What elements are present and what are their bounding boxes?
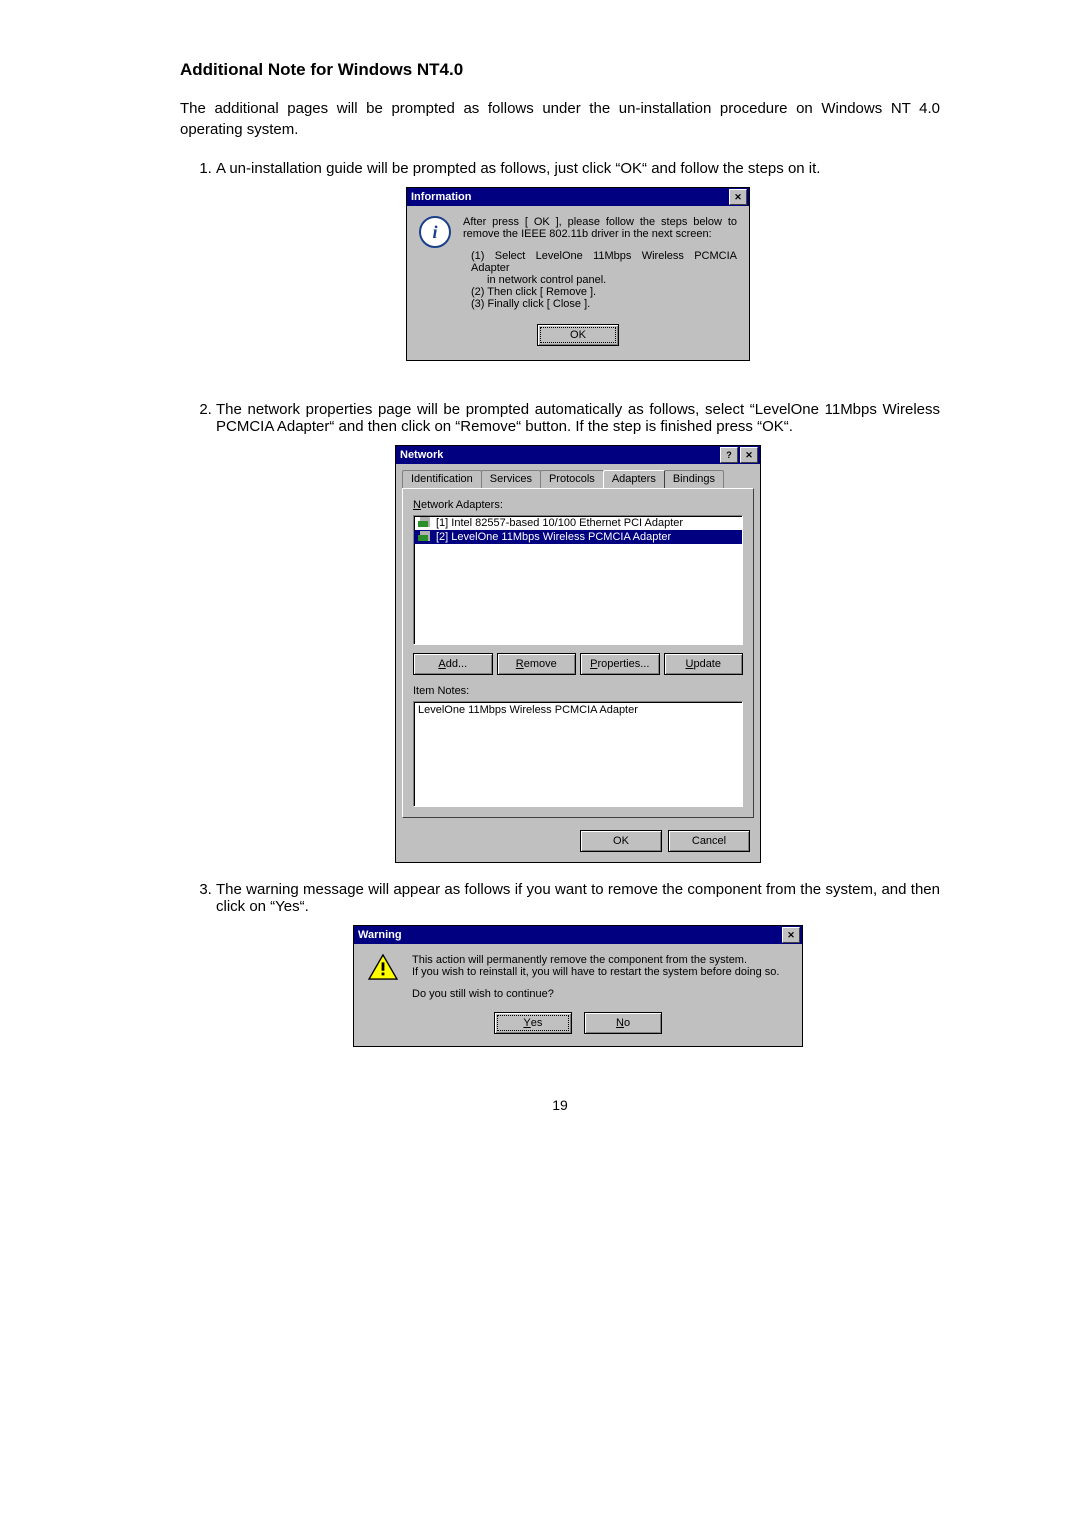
- adapter-0: [1] Intel 82557-based 10/100 Ethernet PC…: [436, 517, 683, 529]
- no-button[interactable]: No: [584, 1012, 662, 1034]
- steps-list: A un-installation guide will be prompted…: [180, 160, 940, 1047]
- warning-dialog: Warning ✕ This acti: [353, 925, 803, 1047]
- step-3-text: The warning message will appear as follo…: [216, 881, 940, 915]
- tab-protocols[interactable]: Protocols: [540, 470, 604, 488]
- properties-button[interactable]: Properties...: [580, 653, 660, 675]
- tab-services[interactable]: Services: [481, 470, 541, 488]
- step-2: The network properties page will be prom…: [216, 401, 940, 863]
- adapters-panel: Network Adapters: [1] Intel 82557-based …: [402, 488, 754, 818]
- warning-title: Warning: [358, 929, 402, 941]
- item-notes-box: LevelOne 11Mbps Wireless PCMCIA Adapter: [413, 701, 743, 807]
- info-sub1: (1) Select LevelOne 11Mbps Wireless PCMC…: [471, 250, 737, 274]
- info-ok-button[interactable]: OK: [537, 324, 619, 346]
- update-button[interactable]: Update: [664, 653, 744, 675]
- close-icon[interactable]: ✕: [740, 447, 758, 463]
- network-ok-button[interactable]: OK: [580, 830, 662, 852]
- network-titlebar: Network ? ✕: [396, 446, 760, 464]
- step-2-text: The network properties page will be prom…: [216, 401, 940, 435]
- network-tabs: Identification Services Protocols Adapte…: [402, 470, 754, 488]
- intro-paragraph: The additional pages will be prompted as…: [180, 98, 940, 140]
- network-title: Network: [400, 449, 443, 461]
- warning-icon: [368, 954, 398, 980]
- add-button[interactable]: Add...: [413, 653, 493, 675]
- adapter-1: [2] LevelOne 11Mbps Wireless PCMCIA Adap…: [436, 531, 671, 543]
- nic-icon: [418, 531, 432, 543]
- adapters-label: Network Adapters:: [413, 499, 743, 511]
- tab-identification[interactable]: Identification: [402, 470, 482, 488]
- network-cancel-button[interactable]: Cancel: [668, 830, 750, 852]
- list-item[interactable]: [2] LevelOne 11Mbps Wireless PCMCIA Adap…: [414, 530, 742, 544]
- warning-titlebar: Warning ✕: [354, 926, 802, 944]
- yes-button[interactable]: Yes: [494, 1012, 572, 1034]
- info-sub1b: in network control panel.: [487, 274, 737, 286]
- info-title: Information: [411, 191, 472, 203]
- info-titlebar: Information ✕: [407, 188, 749, 206]
- information-dialog: Information ✕ i After press [ OK ], plea…: [406, 187, 750, 361]
- remove-button[interactable]: Remove: [497, 653, 577, 675]
- nic-icon: [418, 517, 432, 529]
- warning-line1: This action will permanently remove the …: [412, 954, 779, 966]
- info-sub3: (3) Finally click [ Close ].: [471, 298, 737, 310]
- network-dialog: Network ? ✕ Identification Services Prot…: [395, 445, 761, 863]
- page-number: 19: [180, 1097, 940, 1113]
- step-1-text: A un-installation guide will be prompted…: [216, 160, 820, 177]
- warning-line2: If you wish to reinstall it, you will ha…: [412, 966, 779, 978]
- info-text: After press [ OK ], please follow the st…: [463, 216, 737, 310]
- info-sub2: (2) Then click [ Remove ].: [471, 286, 737, 298]
- tab-adapters[interactable]: Adapters: [603, 470, 665, 488]
- adapters-listbox[interactable]: [1] Intel 82557-based 10/100 Ethernet PC…: [413, 515, 743, 645]
- warning-line3: Do you still wish to continue?: [412, 988, 779, 1000]
- info-icon: i: [419, 216, 451, 248]
- info-line1: After press [ OK ], please follow the st…: [463, 216, 737, 240]
- list-item[interactable]: [1] Intel 82557-based 10/100 Ethernet PC…: [414, 516, 742, 530]
- close-icon[interactable]: ✕: [782, 927, 800, 943]
- warning-text: This action will permanently remove the …: [412, 954, 779, 1000]
- help-icon[interactable]: ?: [720, 447, 738, 463]
- section-heading: Additional Note for Windows NT4.0: [180, 60, 940, 80]
- close-icon[interactable]: ✕: [729, 189, 747, 205]
- step-3: The warning message will appear as follo…: [216, 881, 940, 1047]
- tab-bindings[interactable]: Bindings: [664, 470, 724, 488]
- item-notes-label: Item Notes:: [413, 685, 743, 697]
- step-1: A un-installation guide will be prompted…: [216, 160, 940, 361]
